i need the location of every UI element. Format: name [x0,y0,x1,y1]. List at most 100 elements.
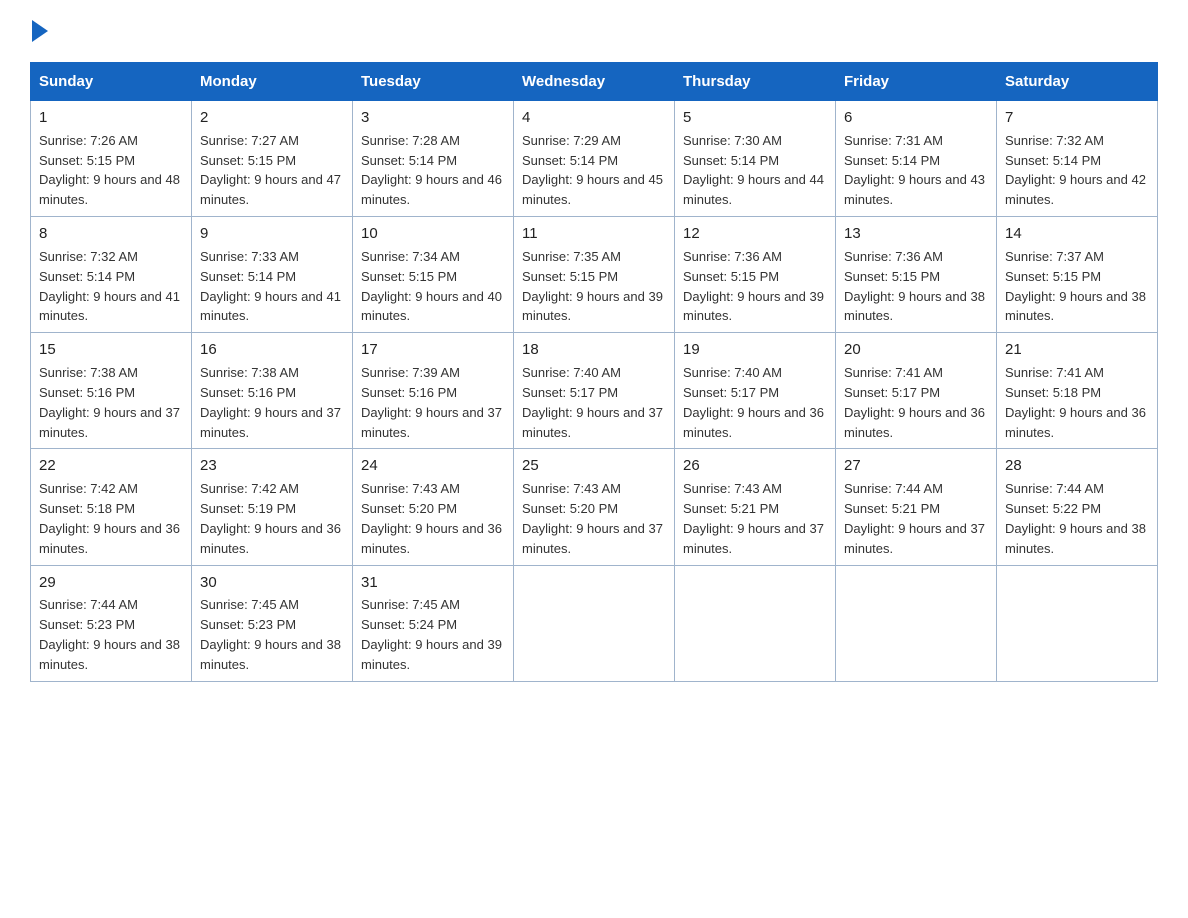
column-header-saturday: Saturday [997,63,1158,101]
calendar-header-row: SundayMondayTuesdayWednesdayThursdayFrid… [31,63,1158,101]
sunset-info: Sunset: 5:14 PM [683,153,779,168]
sunrise-info: Sunrise: 7:26 AM [39,133,138,148]
sunrise-info: Sunrise: 7:35 AM [522,249,621,264]
calendar-cell [675,565,836,681]
daylight-info: Daylight: 9 hours and 36 minutes. [844,405,985,440]
sunset-info: Sunset: 5:14 PM [39,269,135,284]
sunrise-info: Sunrise: 7:30 AM [683,133,782,148]
sunrise-info: Sunrise: 7:28 AM [361,133,460,148]
day-number: 31 [361,572,505,594]
sunset-info: Sunset: 5:16 PM [39,385,135,400]
column-header-thursday: Thursday [675,63,836,101]
sunset-info: Sunset: 5:21 PM [683,501,779,516]
daylight-info: Daylight: 9 hours and 38 minutes. [200,637,341,672]
daylight-info: Daylight: 9 hours and 37 minutes. [522,521,663,556]
sunrise-info: Sunrise: 7:32 AM [1005,133,1104,148]
day-number: 29 [39,572,183,594]
day-number: 25 [522,455,666,477]
sunset-info: Sunset: 5:15 PM [200,153,296,168]
sunset-info: Sunset: 5:24 PM [361,617,457,632]
sunset-info: Sunset: 5:19 PM [200,501,296,516]
day-number: 15 [39,339,183,361]
sunrise-info: Sunrise: 7:27 AM [200,133,299,148]
calendar-cell: 4Sunrise: 7:29 AMSunset: 5:14 PMDaylight… [514,101,675,217]
day-number: 13 [844,223,988,245]
sunset-info: Sunset: 5:16 PM [361,385,457,400]
daylight-info: Daylight: 9 hours and 39 minutes. [361,637,502,672]
calendar-cell: 10Sunrise: 7:34 AMSunset: 5:15 PMDayligh… [353,217,514,333]
day-number: 11 [522,223,666,245]
calendar-cell [836,565,997,681]
calendar-cell: 31 Sunrise: 7:45 AM Sunset: 5:24 PM Dayligh… [353,565,514,681]
daylight-info: Daylight: 9 hours and 38 minutes. [844,289,985,324]
daylight-info: Daylight: 9 hours and 39 minutes. [522,289,663,324]
sunrise-info: Sunrise: 7:45 AM [361,597,460,612]
day-number: 20 [844,339,988,361]
logo-triangle-icon [32,20,48,42]
page-header [30,20,1158,42]
sunset-info: Sunset: 5:22 PM [1005,501,1101,516]
sunrise-info: Sunrise: 7:33 AM [200,249,299,264]
calendar-cell: 18Sunrise: 7:40 AMSunset: 5:17 PMDayligh… [514,333,675,449]
sunset-info: Sunset: 5:15 PM [683,269,779,284]
calendar-cell: 21Sunrise: 7:41 AMSunset: 5:18 PMDayligh… [997,333,1158,449]
column-header-tuesday: Tuesday [353,63,514,101]
daylight-info: Daylight: 9 hours and 38 minutes. [1005,521,1146,556]
column-header-monday: Monday [192,63,353,101]
day-number: 2 [200,107,344,129]
day-number: 19 [683,339,827,361]
sunset-info: Sunset: 5:21 PM [844,501,940,516]
sunset-info: Sunset: 5:17 PM [844,385,940,400]
calendar-cell: 13 Sunrise: 7:36 AM Sunset: 5:15 PM Dayligh… [836,217,997,333]
calendar-cell: 22Sunrise: 7:42 AMSunset: 5:18 PMDayligh… [31,449,192,565]
daylight-info: Daylight: 9 hours and 36 minutes. [200,521,341,556]
day-number: 27 [844,455,988,477]
calendar-cell: 20Sunrise: 7:41 AMSunset: 5:17 PMDayligh… [836,333,997,449]
daylight-info: Daylight: 9 hours and 41 minutes. [39,289,180,324]
daylight-info: Daylight: 9 hours and 46 minutes. [361,172,502,207]
sunrise-info: Sunrise: 7:42 AM [39,481,138,496]
sunrise-info: Sunrise: 7:39 AM [361,365,460,380]
sunset-info: Sunset: 5:15 PM [522,269,618,284]
daylight-info: Daylight: 9 hours and 40 minutes. [361,289,502,324]
calendar-cell: 7 Sunrise: 7:32 AM Sunset: 5:14 PM Daylight… [997,101,1158,217]
day-number: 14 [1005,223,1149,245]
sunset-info: Sunset: 5:20 PM [361,501,457,516]
calendar-cell: 27 Sunrise: 7:44 AM Sunset: 5:21 PM Dayligh… [836,449,997,565]
day-number: 18 [522,339,666,361]
calendar-cell: 5Sunrise: 7:30 AMSunset: 5:14 PMDaylight… [675,101,836,217]
day-number: 7 [1005,107,1149,129]
sunrise-info: Sunrise: 7:45 AM [200,597,299,612]
daylight-info: Daylight: 9 hours and 36 minutes. [683,405,824,440]
sunset-info: Sunset: 5:23 PM [39,617,135,632]
daylight-info: Daylight: 9 hours and 36 minutes. [1005,405,1146,440]
calendar-cell: 25Sunrise: 7:43 AMSunset: 5:20 PMDayligh… [514,449,675,565]
calendar-cell: 12Sunrise: 7:36 AMSunset: 5:15 PMDayligh… [675,217,836,333]
sunset-info: Sunset: 5:14 PM [361,153,457,168]
column-header-sunday: Sunday [31,63,192,101]
day-number: 22 [39,455,183,477]
sunset-info: Sunset: 5:15 PM [844,269,940,284]
daylight-info: Daylight: 9 hours and 42 minutes. [1005,172,1146,207]
daylight-info: Daylight: 9 hours and 39 minutes. [683,289,824,324]
sunrise-info: Sunrise: 7:36 AM [844,249,943,264]
day-number: 23 [200,455,344,477]
daylight-info: Daylight: 9 hours and 37 minutes. [844,521,985,556]
calendar-week-row: 29 Sunrise: 7:44 AM Sunset: 5:23 PM Dayligh… [31,565,1158,681]
sunrise-info: Sunrise: 7:34 AM [361,249,460,264]
day-number: 12 [683,223,827,245]
sunrise-info: Sunrise: 7:42 AM [200,481,299,496]
sunrise-info: Sunrise: 7:44 AM [844,481,943,496]
day-number: 8 [39,223,183,245]
calendar-cell: 17Sunrise: 7:39 AMSunset: 5:16 PMDayligh… [353,333,514,449]
sunset-info: Sunset: 5:14 PM [200,269,296,284]
calendar-cell [514,565,675,681]
calendar-cell: 24Sunrise: 7:43 AMSunset: 5:20 PMDayligh… [353,449,514,565]
column-header-wednesday: Wednesday [514,63,675,101]
day-number: 9 [200,223,344,245]
daylight-info: Daylight: 9 hours and 37 minutes. [200,405,341,440]
day-number: 17 [361,339,505,361]
sunrise-info: Sunrise: 7:44 AM [39,597,138,612]
sunset-info: Sunset: 5:14 PM [1005,153,1101,168]
daylight-info: Daylight: 9 hours and 38 minutes. [1005,289,1146,324]
